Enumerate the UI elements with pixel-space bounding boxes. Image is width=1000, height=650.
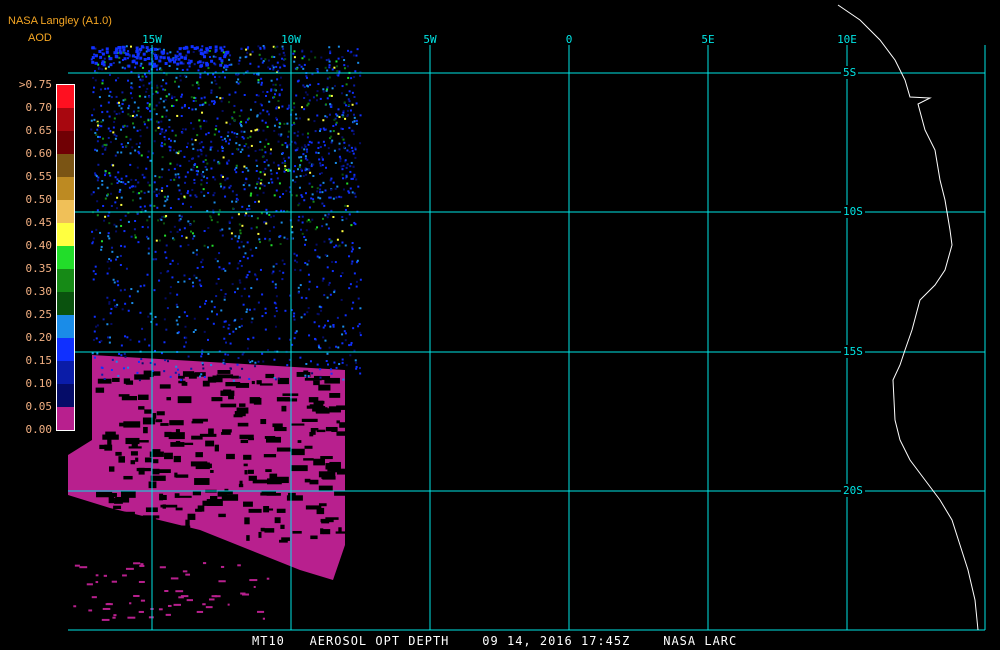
legend-labels: >0.75 0.70 0.65 0.60 0.55 0.50 0.45 0.40 0.35 0.3…	[0, 78, 52, 438]
legend-swatch	[57, 269, 74, 292]
legend-label: 0.60	[25, 147, 53, 160]
legend-label: 0.35	[25, 262, 53, 275]
latitude-label: 5S	[841, 66, 859, 79]
legend-swatch	[57, 407, 74, 430]
map-subtitle: AOD	[28, 32, 52, 44]
longitude-label: 10W	[281, 33, 301, 46]
legend-label: 0.05	[25, 400, 53, 413]
legend-label: 0.00	[25, 423, 53, 436]
legend-swatch	[57, 338, 74, 361]
legend-swatch	[57, 200, 74, 223]
lat-lon-grid	[68, 45, 986, 631]
legend-swatch	[57, 246, 74, 269]
aod-map	[68, 4, 986, 631]
legend-label: 0.15	[25, 354, 53, 367]
longitude-label: 0	[565, 33, 573, 46]
legend-swatch	[57, 85, 74, 108]
legend-label: 0.30	[25, 285, 53, 298]
legend-label: 0.25	[25, 308, 53, 321]
longitude-label: 15W	[142, 33, 162, 46]
legend-swatch	[57, 315, 74, 338]
legend-swatch	[57, 223, 74, 246]
legend-label: 0.40	[25, 239, 53, 252]
footer-caption: MT10 AEROSOL OPT DEPTH 09 14, 2016 17:45…	[252, 634, 738, 648]
legend-label: 0.20	[25, 331, 53, 344]
legend-label: 0.55	[25, 170, 53, 183]
legend-label: 0.65	[25, 124, 53, 137]
legend-label: 0.50	[25, 193, 53, 206]
map-title: NASA Langley (A1.0)	[8, 15, 112, 27]
legend-swatch	[57, 108, 74, 131]
legend-label: 0.10	[25, 377, 53, 390]
legend-swatch	[57, 131, 74, 154]
longitude-label: 5E	[701, 33, 715, 46]
legend-swatch	[57, 154, 74, 177]
legend-label: 0.45	[25, 216, 53, 229]
latitude-label: 20S	[841, 484, 865, 497]
latitude-label: 15S	[841, 345, 865, 358]
legend-swatch	[57, 177, 74, 200]
coastline	[837, 4, 979, 631]
legend-label: >0.75	[18, 78, 52, 91]
longitude-label: 5W	[423, 33, 437, 46]
color-legend	[56, 84, 75, 431]
aod-data-layer	[68, 45, 362, 621]
legend-label: 0.70	[25, 101, 53, 114]
latitude-label: 10S	[841, 205, 865, 218]
legend-swatch	[57, 384, 74, 407]
longitude-label: 10E	[837, 33, 857, 46]
legend-swatch	[57, 361, 74, 384]
legend-swatch	[57, 292, 74, 315]
